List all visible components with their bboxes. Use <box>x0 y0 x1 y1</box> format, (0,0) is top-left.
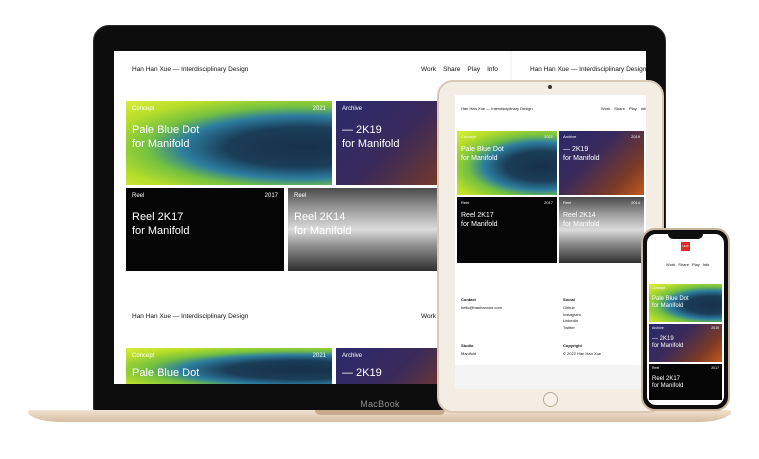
card-title: Pale Blue Dot for Manifold <box>652 296 689 309</box>
site-title[interactable]: Han Han Xue — Interdisciplinary Design <box>132 66 248 73</box>
card-pale-blue-dot-repeat[interactable]: Concept 2021 Pale Blue Dot <box>126 348 332 384</box>
card-title: Pale Blue Dot <box>132 367 200 379</box>
nav-share[interactable]: Share <box>443 66 460 73</box>
card-title: Pale Blue Dot for Manifold <box>132 124 200 150</box>
ipad-camera <box>548 85 552 89</box>
card-year: 2021 <box>312 106 326 112</box>
card-title: — 2K19 <box>342 367 382 379</box>
card-tag: Archive <box>563 134 577 139</box>
ipad-nav-info[interactable]: Info <box>641 106 646 111</box>
card-tag: Reel <box>652 366 660 370</box>
ipad-nav-play[interactable]: Play <box>629 106 637 111</box>
footer-social-list: Github Instagram LinkedIn Twitter <box>563 305 581 331</box>
site-logo[interactable]: HHX <box>681 242 690 251</box>
iphone-nav-info[interactable]: Info <box>703 262 710 267</box>
card-year: 2021 <box>544 134 553 139</box>
macbook-label: MacBook <box>360 399 400 409</box>
ipad-footer-bottom <box>455 365 646 389</box>
card-tag: Reel <box>461 200 470 205</box>
iphone-card-2k19[interactable]: Archive 2019 — 2K19 for Manifold <box>649 324 722 362</box>
card-title: — 2K19 for Manifold <box>563 146 600 162</box>
card-tag: Archive <box>342 106 363 112</box>
card-year: 2017 <box>711 366 719 370</box>
footer-contact-heading: Contact <box>461 297 476 302</box>
card-year: 2019 <box>631 134 640 139</box>
card-year: 2014 <box>631 200 640 205</box>
iphone-nav: Work Share Play Info <box>666 262 709 267</box>
card-tag: Archive <box>342 353 363 359</box>
footer-social-heading: Social <box>563 297 575 302</box>
main-nav-repeat: Work <box>414 313 436 320</box>
card-tag: Concept <box>461 134 476 139</box>
social-twitter[interactable]: Twitter <box>563 325 581 332</box>
card-title: — 2K19 for Manifold <box>342 124 400 150</box>
footer-contact-email[interactable]: hello@hanhanxue.com <box>461 305 502 312</box>
ipad-site-title[interactable]: Han Han Xue — Interdisciplinary Design <box>461 106 533 111</box>
card-title: Reel 2K17 for Manifold <box>461 212 498 228</box>
card-tag: Reel <box>563 200 572 205</box>
nav-work-repeat[interactable]: Work <box>421 313 436 320</box>
card-year: 2019 <box>711 326 719 330</box>
nav-work[interactable]: Work <box>421 66 436 73</box>
iphone-nav-play[interactable]: Play <box>692 262 700 267</box>
card-year: 2017 <box>544 200 553 205</box>
card-tag: Concept <box>652 286 666 290</box>
card-title: Reel 2K17 for Manifold <box>132 211 190 237</box>
footer-studio-value: Manifold <box>461 351 477 356</box>
ipad-card-reel-2k14[interactable]: Reel 2014 Reel 2K14 for Manifold <box>559 197 644 263</box>
iphone-card-pale-blue-dot[interactable]: Concept Pale Blue Dot for Manifold <box>649 284 722 322</box>
card-title: — 2K19 for Manifold <box>652 336 684 349</box>
ipad-card-reel-2k17[interactable]: Reel 2017 Reel 2K17 for Manifold <box>457 197 557 263</box>
iphone-nav-work[interactable]: Work <box>666 262 675 267</box>
ipad-nav-share[interactable]: Share <box>614 106 625 111</box>
iphone-nav-share[interactable]: Share <box>678 262 689 267</box>
card-tag: Concept <box>132 106 155 112</box>
nav-info[interactable]: Info <box>487 66 498 73</box>
iphone-screen: Work Share Play Info Concept Pale Blue Dot f… <box>647 234 724 405</box>
ipad-home-button[interactable] <box>543 392 558 407</box>
main-nav: Work Share Play Info <box>414 66 498 73</box>
card-title: Reel 2K14 for Manifold <box>563 212 600 228</box>
card-tag: Reel <box>294 193 307 199</box>
ipad-nav-work[interactable]: Work <box>601 106 610 111</box>
footer-studio-heading: Studio <box>461 343 474 348</box>
iphone-notch <box>668 232 703 239</box>
card-title: Reel 2K17 for Manifold <box>652 376 684 389</box>
ipad-screen: Han Han Xue — Interdisciplinary Design W… <box>455 95 646 389</box>
card-title: Pale Blue Dot for Manifold <box>461 146 504 162</box>
ipad-card-2k19[interactable]: Archive 2019 — 2K19 for Manifold <box>559 131 644 195</box>
card-tag: Concept <box>132 353 155 359</box>
footer-copyright-heading: Copyright <box>563 343 582 348</box>
ipad-card-pale-blue-dot[interactable]: Concept 2021 Pale Blue Dot for Manifold <box>457 131 557 195</box>
ipad-nav: Work Share Play Info <box>597 106 646 111</box>
macbook-notch <box>315 410 445 415</box>
nav-play[interactable]: Play <box>467 66 480 73</box>
card-year: 2021 <box>312 353 326 359</box>
site-title-second[interactable]: Han Han Xue — Interdisciplinary Design <box>530 66 646 73</box>
card-reel-2k17[interactable]: Reel 2017 Reel 2K17 for Manifold <box>126 188 284 271</box>
site-title-repeat[interactable]: Han Han Xue — Interdisciplinary Design <box>132 313 248 320</box>
iphone-card-reel-2k17[interactable]: Reel 2017 Reel 2K17 for Manifold <box>649 364 722 400</box>
card-title: Reel 2K14 for Manifold <box>294 211 352 237</box>
card-year: 2017 <box>264 193 278 199</box>
footer-copyright-value: © 2022 Han Han Xue <box>563 351 602 356</box>
card-tag: Archive <box>652 326 664 330</box>
card-tag: Reel <box>132 193 145 199</box>
card-pale-blue-dot[interactable]: Concept 2021 Pale Blue Dot for Manifold <box>126 101 332 185</box>
